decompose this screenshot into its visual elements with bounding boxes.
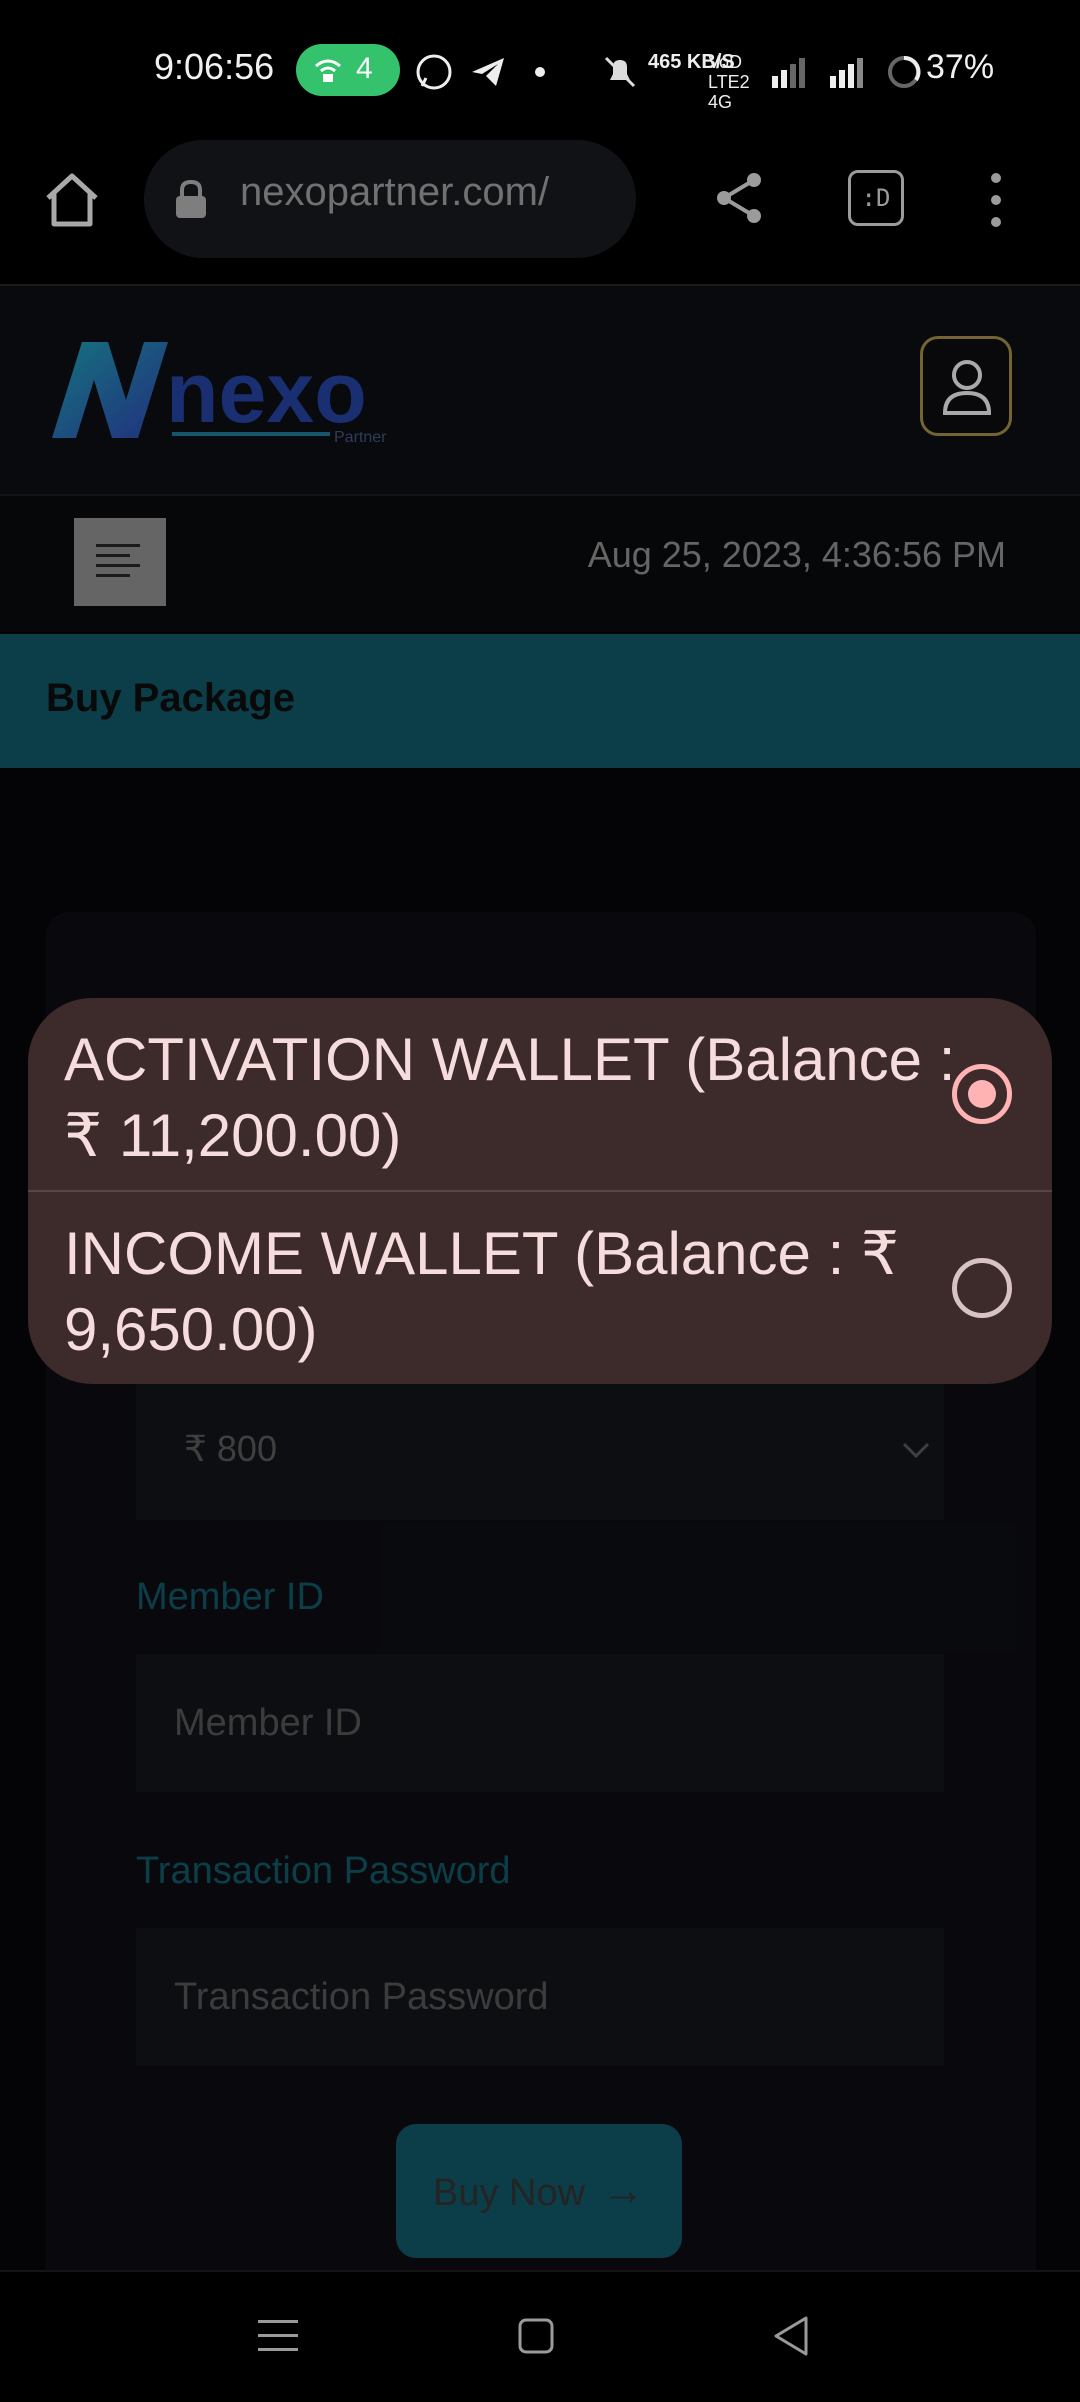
whatsapp-icon <box>416 54 452 90</box>
signal-icon-1 <box>772 58 805 88</box>
wallet-option-label: INCOME WALLET (Balance : ₹ 9,650.00) <box>64 1220 900 1363</box>
dot-icon <box>535 67 545 77</box>
home-nav-icon[interactable] <box>508 2310 564 2362</box>
back-icon[interactable] <box>764 2310 820 2362</box>
wallet-select-popup: ACTIVATION WALLET (Balance : ₹ 11,200.00… <box>28 998 1052 1384</box>
hotspot-indicator: 4 <box>296 44 400 96</box>
wallet-option-activation[interactable]: ACTIVATION WALLET (Balance : ₹ 11,200.00… <box>28 998 1052 1192</box>
network-type: VoD LTE2 4G <box>708 52 750 112</box>
radio-selected[interactable] <box>952 1064 1012 1124</box>
telegram-icon <box>472 58 504 86</box>
radio-unselected[interactable] <box>952 1258 1012 1318</box>
battery-percent: 37% <box>926 48 995 86</box>
recents-icon[interactable] <box>250 2310 306 2362</box>
wallet-option-income[interactable]: INCOME WALLET (Balance : ₹ 9,650.00) <box>28 1192 1052 1384</box>
mute-bell-icon <box>604 56 636 88</box>
signal-icon-2 <box>830 58 863 88</box>
hotspot-count: 4 <box>356 52 373 85</box>
wallet-option-label: ACTIVATION WALLET (Balance : ₹ 11,200.00… <box>64 1026 956 1169</box>
status-time: 9:06:56 <box>154 46 275 87</box>
hotspot-icon <box>315 59 341 82</box>
battery-ring-icon <box>888 56 921 88</box>
